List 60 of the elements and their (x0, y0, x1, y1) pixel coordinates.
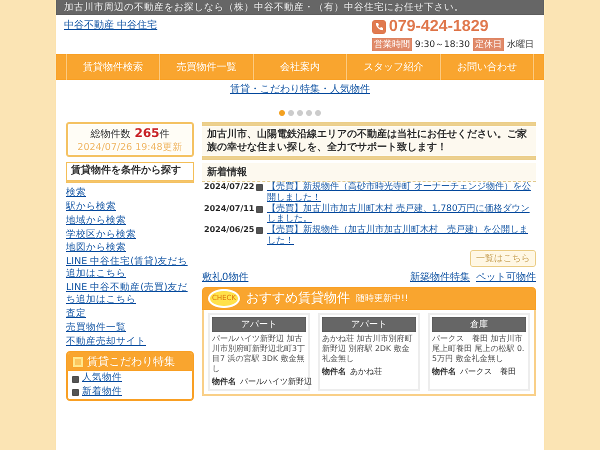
stats-updated: 2024/07/26 19:48更新 (76, 142, 184, 154)
slider-dot[interactable] (288, 110, 294, 116)
news-date: 2024/06/25 (204, 225, 252, 235)
phone-icon (372, 20, 386, 34)
search-link[interactable]: 駅から検索 (66, 200, 194, 213)
search-heading: 賃貸物件を条件から探す (66, 162, 194, 183)
feature-link[interactable]: 新着物件 (82, 386, 122, 398)
feature-heading: 賃貸こだわり特集 (87, 355, 175, 370)
bullet-icon (72, 389, 79, 396)
slider-dot[interactable] (297, 110, 303, 116)
search-link[interactable]: 検索 (66, 186, 194, 199)
name-label: 物件名 (322, 366, 346, 378)
name-label: 物件名 (212, 376, 236, 388)
feature-link[interactable]: 人気物件 (82, 372, 122, 384)
slider-dot[interactable] (279, 110, 285, 116)
banner-link[interactable]: 敷礼0物件 (202, 270, 248, 284)
side-link[interactable]: LINE 中谷不動産(売買)友だち追加はこちら (66, 282, 194, 306)
search-link[interactable]: 地域から検索 (66, 214, 194, 226)
news-link[interactable]: 【売買】加古川市加古川町木村 売戸建、1,780万円に価格ダウンしました。 (267, 204, 534, 226)
bullet-icon (256, 206, 263, 213)
news-link[interactable]: 【売買】新規物件（加古川市加古川町木村 売戸建）を公開しました！ (267, 225, 534, 247)
banner-link[interactable]: 新築物件特集 (410, 270, 470, 284)
hours-text: 9:30～18:30 (414, 39, 470, 51)
stats-count: 265 (134, 126, 160, 140)
category-label: 倉庫 (432, 316, 526, 332)
holiday-label: 定休日 (473, 38, 504, 51)
name-label: 物件名 (432, 366, 456, 378)
phone-number: 079-424-1829 (388, 18, 488, 36)
banner-link[interactable]: 賃貸・こだわり特集・人気物件 (230, 82, 370, 96)
side-link[interactable]: 査定 (66, 308, 194, 320)
property-name: パークス 養田 (460, 366, 516, 378)
banner-link[interactable]: ペット可物件 (476, 270, 536, 284)
category-label: アパート (212, 316, 306, 332)
bullet-icon (72, 376, 79, 383)
list-icon (73, 357, 83, 368)
stats-label: 総物件数 (90, 129, 130, 140)
section-subtitle: 随時更新中!! (356, 292, 408, 305)
news-link[interactable]: 【売買】新規物件（高砂市時光寺町 オーナーチェンジ物件）を公開しました！ (267, 182, 534, 204)
news-date: 2024/07/22 (204, 182, 252, 192)
property-name: パールハイツ新野辺 (240, 376, 312, 388)
holiday-text: 水曜日 (507, 38, 534, 51)
bullet-icon (256, 227, 263, 234)
hours-label: 営業時間 (372, 38, 412, 51)
side-link[interactable]: 不動産売却サイト (66, 336, 194, 348)
slider-dot[interactable] (306, 110, 312, 116)
tagline: 加古川市周辺の不動産をお探しなら（株）中谷不動産・（有）中谷住宅にお任せ下さい。 (56, 0, 544, 15)
search-link[interactable]: 地図から検索 (66, 242, 194, 254)
property-name: あかね荘 (350, 366, 382, 378)
news-heading: 新着情報 (202, 163, 536, 182)
slider-dot[interactable] (315, 110, 321, 116)
side-link[interactable]: LINE 中谷住宅(賃貸)友だち追加はこちら (66, 256, 194, 280)
intro-text: 加古川市、山陽電鉄沿線エリアの不動産は当社にお任せください。ご家族の幸せな住まい探しを、全力でサポート致します！ (202, 122, 536, 160)
news-date: 2024/07/11 (204, 204, 252, 214)
logo-link[interactable]: 中谷不動産 中谷住宅 (64, 18, 158, 51)
category-label: アパート (322, 316, 416, 332)
stats-unit: 件 (160, 129, 170, 140)
bullet-icon (256, 184, 263, 191)
side-link[interactable]: 売買物件一覧 (66, 322, 194, 334)
section-title: おすすめ賃貸物件 (246, 290, 350, 308)
search-link[interactable]: 学校区から検索 (66, 228, 194, 240)
